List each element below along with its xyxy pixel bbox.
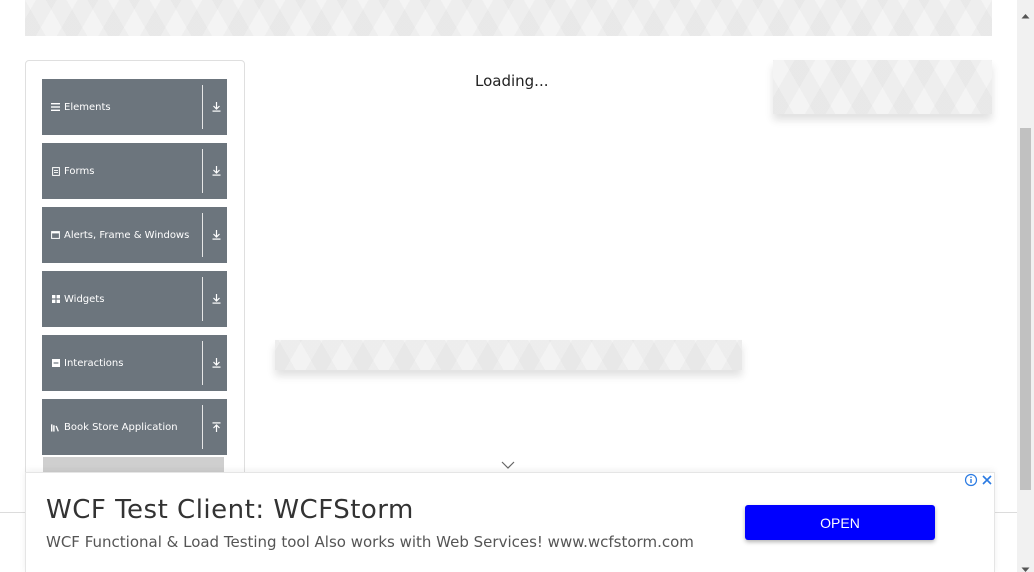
- info-icon[interactable]: [964, 473, 978, 487]
- ad-pattern: [275, 340, 742, 370]
- side-ad-placeholder[interactable]: [773, 60, 992, 114]
- middle-ad-placeholder[interactable]: [275, 340, 742, 370]
- books-icon: [51, 423, 60, 432]
- ad-title[interactable]: WCF Test Client: WCFStorm: [46, 495, 414, 525]
- group-divider: [202, 85, 203, 129]
- group-widgets[interactable]: Widgets: [42, 271, 227, 327]
- group-interactions[interactable]: Interactions: [42, 335, 227, 391]
- group-divider: [202, 149, 203, 193]
- left-panel: Elements Forms Alerts, Frame & Windows W…: [25, 60, 245, 492]
- ad-open-button[interactable]: OPEN: [745, 505, 935, 540]
- group-forms[interactable]: Forms: [42, 143, 227, 199]
- form-icon: [51, 166, 60, 176]
- scroll-down-icon[interactable]: [1021, 560, 1030, 572]
- loading-text: Loading...: [475, 72, 549, 90]
- grid-icon: [51, 295, 60, 303]
- group-divider: [202, 277, 203, 321]
- group-book-store[interactable]: Book Store Application: [42, 399, 227, 455]
- vertical-scrollbar[interactable]: [1017, 0, 1034, 572]
- group-alerts-frame-windows[interactable]: Alerts, Frame & Windows: [42, 207, 227, 263]
- group-label-book-store: Book Store Application: [64, 421, 178, 433]
- download-arrow-icon[interactable]: [209, 358, 223, 368]
- ad-description[interactable]: WCF Functional & Load Testing tool Also …: [46, 533, 694, 551]
- close-icon[interactable]: [980, 473, 994, 487]
- page: Elements Forms Alerts, Frame & Windows W…: [0, 0, 1034, 572]
- hamburger-icon: [51, 103, 60, 111]
- download-arrow-icon[interactable]: [209, 166, 223, 176]
- group-divider: [202, 341, 203, 385]
- group-label-elements: Elements: [64, 101, 111, 113]
- group-label-alerts: Alerts, Frame & Windows: [64, 229, 190, 241]
- scroll-up-icon[interactable]: [1021, 6, 1030, 19]
- list-box-icon: [51, 359, 60, 367]
- download-arrow-icon[interactable]: [209, 102, 223, 112]
- bottom-ad[interactable]: WCF Test Client: WCFStorm WCF Functional…: [25, 472, 995, 572]
- group-label-interactions: Interactions: [64, 357, 124, 369]
- group-elements[interactable]: Elements: [42, 79, 227, 135]
- upload-arrow-icon[interactable]: [209, 422, 223, 432]
- banner-pattern: [25, 0, 992, 36]
- download-arrow-icon[interactable]: [209, 230, 223, 240]
- download-arrow-icon[interactable]: [209, 294, 223, 304]
- group-label-forms: Forms: [64, 165, 95, 177]
- top-ad-banner[interactable]: [25, 0, 992, 36]
- group-label-widgets: Widgets: [64, 293, 105, 305]
- window-icon: [51, 231, 60, 239]
- group-divider: [202, 213, 203, 257]
- chevron-down-icon[interactable]: [500, 458, 516, 470]
- group-divider: [202, 405, 203, 449]
- ad-pattern: [773, 60, 992, 114]
- scrollbar-thumb[interactable]: [1020, 128, 1031, 490]
